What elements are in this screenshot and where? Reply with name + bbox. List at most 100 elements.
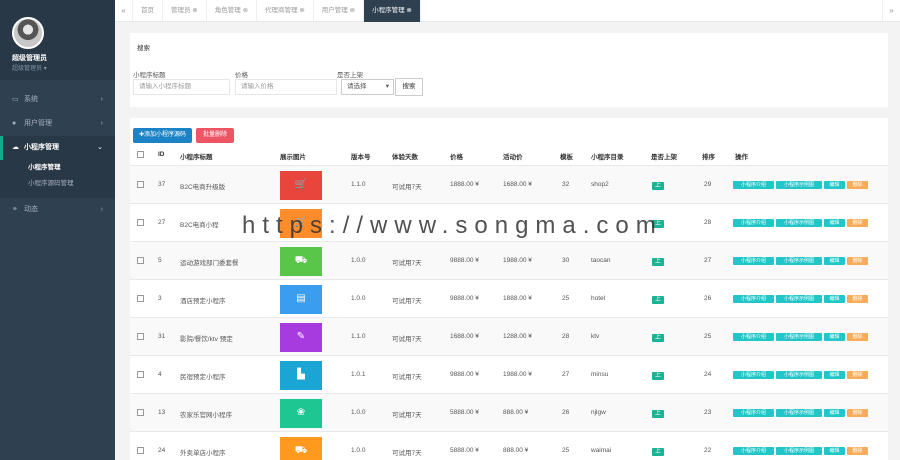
avatar[interactable] bbox=[12, 17, 44, 49]
screenshots-button[interactable]: 小程序示例图 bbox=[776, 409, 822, 417]
leaf-icon: ❀ bbox=[296, 407, 306, 418]
screenshots-button[interactable]: 小程序示例图 bbox=[776, 181, 822, 189]
cell-id: 3 bbox=[158, 295, 162, 302]
published-badge[interactable]: 上 bbox=[652, 410, 664, 418]
edit-button[interactable]: 编辑 bbox=[824, 257, 845, 265]
delete-button[interactable]: 删除 bbox=[847, 257, 868, 265]
nav-item-user-management[interactable]: ● 用户管理 › bbox=[0, 112, 115, 136]
tabs-prev-button[interactable]: « bbox=[115, 0, 133, 22]
tabs-next-button[interactable]: » bbox=[882, 0, 900, 22]
intro-button[interactable]: 小程序介绍 bbox=[733, 371, 774, 379]
intro-button[interactable]: 小程序介绍 bbox=[733, 409, 774, 417]
search-button[interactable]: 搜索 bbox=[395, 78, 423, 96]
intro-button[interactable]: 小程序介绍 bbox=[733, 333, 774, 341]
column-header-directory[interactable]: 小程序目录 bbox=[591, 151, 624, 161]
cell-sort: 22 bbox=[704, 447, 712, 454]
intro-button[interactable]: 小程序介绍 bbox=[733, 447, 774, 455]
nav-item-system[interactable]: ▭ 系统 › bbox=[0, 88, 115, 112]
delete-button[interactable]: 删除 bbox=[847, 181, 868, 189]
subnav-miniprogram[interactable]: 小程序管理 bbox=[0, 160, 115, 176]
cell-trial: 可试用7天 bbox=[392, 336, 422, 343]
published-badge[interactable]: 上 bbox=[652, 182, 664, 190]
delete-button[interactable]: 删除 bbox=[847, 371, 868, 379]
cell-title: 民宿预定小程序 bbox=[180, 374, 226, 381]
tab-users[interactable]: 用户管理 ⊗ bbox=[314, 0, 365, 22]
edit-button[interactable]: 编辑 bbox=[824, 295, 845, 303]
edit-button[interactable]: 编辑 bbox=[824, 371, 845, 379]
row-checkbox[interactable] bbox=[137, 371, 144, 378]
row-checkbox[interactable] bbox=[137, 219, 144, 226]
publish-select[interactable]: 请选择 ▾ bbox=[341, 79, 394, 95]
cell-trial: 可试用7天 bbox=[392, 298, 422, 305]
profile-name: 超级管理员 bbox=[12, 55, 47, 62]
nav-item-dynamic[interactable]: ⚭ 动态 › bbox=[0, 198, 115, 222]
row-checkbox[interactable] bbox=[137, 447, 144, 454]
column-header-sale[interactable]: 活动价 bbox=[503, 151, 523, 161]
intro-button[interactable]: 小程序介绍 bbox=[733, 295, 774, 303]
thumbnail-image: 🛒 bbox=[280, 171, 322, 200]
screenshots-button[interactable]: 小程序示例图 bbox=[776, 295, 822, 303]
column-header-published[interactable]: 是否上架 bbox=[651, 151, 677, 161]
published-badge[interactable]: 上 bbox=[652, 296, 664, 304]
delete-button[interactable]: 删除 bbox=[847, 333, 868, 341]
cell-title: 酒店预定小程序 bbox=[180, 298, 226, 305]
edit-button[interactable]: 编辑 bbox=[824, 409, 845, 417]
edit-button[interactable]: 编辑 bbox=[824, 333, 845, 341]
column-header-version[interactable]: 版本号 bbox=[351, 151, 371, 161]
cell-tpl: 25 bbox=[562, 447, 570, 454]
published-badge[interactable]: 上 bbox=[652, 334, 664, 342]
row-checkbox[interactable] bbox=[137, 333, 144, 340]
intro-button[interactable]: 小程序介绍 bbox=[733, 219, 774, 227]
edit-button[interactable]: 编辑 bbox=[824, 447, 845, 455]
column-header-trial[interactable]: 体验天数 bbox=[392, 151, 418, 161]
column-header-actions[interactable]: 操作 bbox=[735, 151, 748, 161]
edit-button[interactable]: 编辑 bbox=[824, 219, 845, 227]
column-header-price[interactable]: 价格 bbox=[450, 151, 463, 161]
select-all-checkbox[interactable] bbox=[137, 151, 144, 158]
tab-roles[interactable]: 角色管理 ⊗ bbox=[207, 0, 258, 22]
screenshots-button[interactable]: 小程序示例图 bbox=[776, 333, 822, 341]
batch-delete-button[interactable]: 批量删除 bbox=[196, 128, 234, 143]
thumbnail-image: ▤ bbox=[280, 285, 322, 314]
table-row: 5 运动游戏部门委套餐 1.0.0 可试用7天 9888.00 ¥ 1988.00 ¥ 30… bbox=[130, 241, 888, 279]
delete-button[interactable]: 删除 bbox=[847, 447, 868, 455]
chevron-right-icon: › bbox=[100, 206, 103, 213]
edit-button[interactable]: 编辑 bbox=[824, 181, 845, 189]
delete-button[interactable]: 删除 bbox=[847, 409, 868, 417]
tab-agents[interactable]: 代理商管理 ⊗ bbox=[257, 0, 314, 22]
intro-button[interactable]: 小程序介绍 bbox=[733, 257, 774, 265]
column-header-id[interactable]: ID bbox=[158, 151, 165, 158]
row-checkbox[interactable] bbox=[137, 181, 144, 188]
delete-button[interactable]: 删除 bbox=[847, 295, 868, 303]
column-header-title[interactable]: 小程序标题 bbox=[180, 151, 213, 161]
column-header-image[interactable]: 展示图片 bbox=[280, 151, 306, 161]
column-header-sort[interactable]: 排序 bbox=[702, 151, 715, 161]
subnav-source-code[interactable]: 小程序源码管理 bbox=[0, 176, 115, 192]
screenshots-button[interactable]: 小程序示例图 bbox=[776, 219, 822, 227]
intro-button[interactable]: 小程序介绍 bbox=[733, 181, 774, 189]
screenshots-button[interactable]: 小程序示例图 bbox=[776, 371, 822, 379]
screenshots-button[interactable]: 小程序示例图 bbox=[776, 257, 822, 265]
column-header-template[interactable]: 模板 bbox=[560, 151, 573, 161]
nav-item-miniprogram-management[interactable]: ☁ 小程序管理 ⌄ bbox=[0, 136, 115, 160]
thumbnail-image: ⛟ bbox=[280, 437, 322, 460]
tab-admin[interactable]: 管理员 ⊗ bbox=[163, 0, 207, 22]
title-input[interactable]: 请输入小程序标题 bbox=[133, 79, 230, 95]
cell-id: 24 bbox=[158, 447, 166, 454]
published-badge[interactable]: 上 bbox=[652, 258, 664, 266]
published-badge[interactable]: 上 bbox=[652, 372, 664, 380]
tab-home[interactable]: 首页 bbox=[133, 0, 163, 22]
cell-price: 5888.00 ¥ bbox=[450, 409, 479, 416]
row-checkbox[interactable] bbox=[137, 295, 144, 302]
tab-miniprogram[interactable]: 小程序管理 ⊗ bbox=[364, 0, 421, 22]
cell-version: 1.1.0 bbox=[351, 333, 366, 340]
price-input[interactable]: 请输入价格 bbox=[235, 79, 337, 95]
row-checkbox[interactable] bbox=[137, 257, 144, 264]
published-badge[interactable]: 上 bbox=[652, 448, 664, 456]
delete-button[interactable]: 删除 bbox=[847, 219, 868, 227]
screenshots-button[interactable]: 小程序示例图 bbox=[776, 447, 822, 455]
add-miniprogram-button[interactable]: ✚添加小程序源码 bbox=[133, 128, 192, 143]
row-checkbox[interactable] bbox=[137, 409, 144, 416]
cell-trial: 可试用7天 bbox=[392, 450, 422, 457]
profile-role-dropdown[interactable]: 超级管理员 ▾ bbox=[12, 63, 47, 72]
